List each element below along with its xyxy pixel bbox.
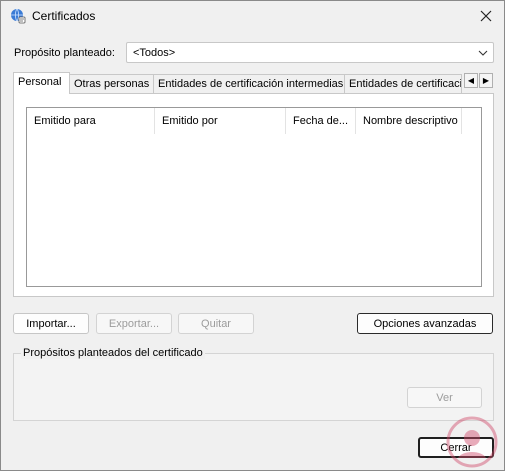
- column-header-fecha[interactable]: Fecha de...: [286, 108, 356, 134]
- purpose-select[interactable]: <Todos>: [126, 42, 494, 63]
- title-bar: Certificados: [1, 1, 504, 33]
- scroll-left-icon: ◀: [467, 76, 475, 85]
- list-header: Emitido para Emitido por Fecha de... Nom…: [27, 108, 481, 134]
- button-label: Exportar...: [108, 317, 160, 330]
- tab-label: Entidades de certificaci: [349, 78, 462, 90]
- close-icon: [480, 10, 492, 25]
- tab-label: Personal: [18, 76, 62, 88]
- scroll-right-icon: ▶: [482, 76, 490, 85]
- view-button[interactable]: Ver: [407, 387, 482, 408]
- remove-button[interactable]: Quitar: [178, 313, 254, 334]
- column-header-emitido-para[interactable]: Emitido para: [27, 108, 155, 134]
- button-label: Opciones avanzadas: [373, 317, 477, 330]
- watermark-logo-icon: [446, 416, 498, 468]
- purpose-select-value: <Todos>: [133, 47, 176, 59]
- column-label: Emitido por: [162, 115, 218, 127]
- import-button[interactable]: Importar...: [13, 313, 89, 334]
- tab-entidades-raiz[interactable]: Entidades de certificaci: [344, 74, 462, 93]
- column-label: Fecha de...: [293, 115, 349, 127]
- column-header-nombre-descriptivo[interactable]: Nombre descriptivo: [356, 108, 462, 134]
- tab-entidades-intermedias[interactable]: Entidades de certificación intermedias: [153, 74, 345, 93]
- button-label: Quitar: [201, 317, 231, 330]
- certificate-store-tabs: Personal Otras personas Entidades de cer…: [13, 72, 494, 94]
- purposes-group-label: Propósitos planteados del certificado: [21, 347, 205, 359]
- tab-panel-personal: Emitido para Emitido por Fecha de... Nom…: [13, 93, 494, 297]
- column-header-emitido-por[interactable]: Emitido por: [155, 108, 286, 134]
- tab-personal[interactable]: Personal: [13, 72, 70, 94]
- tab-scroll-right-button[interactable]: ▶: [479, 73, 493, 88]
- window-title: Certificados: [32, 9, 96, 23]
- export-button[interactable]: Exportar...: [96, 313, 172, 334]
- button-label: Ver: [436, 391, 453, 404]
- certificate-purposes-group: Ver: [13, 353, 494, 421]
- chevron-down-icon: [478, 48, 488, 61]
- tab-label: Entidades de certificación intermedias: [158, 78, 344, 90]
- tab-otras-personas[interactable]: Otras personas: [69, 74, 154, 93]
- column-label: Nombre descriptivo: [363, 115, 458, 127]
- button-label: Importar...: [26, 317, 76, 330]
- certificate-globe-icon: [10, 8, 26, 24]
- advanced-options-button[interactable]: Opciones avanzadas: [357, 313, 493, 334]
- close-window-button[interactable]: [474, 5, 498, 29]
- tab-label: Otras personas: [74, 78, 150, 90]
- certificate-list[interactable]: Emitido para Emitido por Fecha de... Nom…: [26, 107, 482, 287]
- purpose-label: Propósito planteado:: [14, 47, 115, 59]
- certificates-dialog: Certificados Propósito planteado: <Todos…: [0, 0, 505, 471]
- tab-scroll-left-button[interactable]: ◀: [464, 73, 478, 88]
- column-label: Emitido para: [34, 115, 96, 127]
